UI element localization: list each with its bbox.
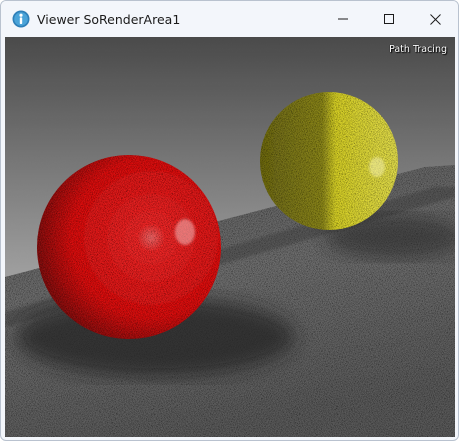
title-bar[interactable]: Viewer SoRenderArea1 bbox=[1, 1, 458, 37]
window-controls bbox=[320, 1, 458, 37]
film-grain-overlay bbox=[5, 37, 455, 437]
maximize-button[interactable] bbox=[366, 1, 412, 37]
close-icon bbox=[429, 13, 441, 25]
close-button[interactable] bbox=[412, 1, 458, 37]
viewer-window: Viewer SoRenderArea1 Path Tracing bbox=[0, 0, 459, 441]
minimize-button[interactable] bbox=[320, 1, 366, 37]
rendered-scene bbox=[5, 37, 455, 437]
minimize-icon bbox=[338, 18, 348, 20]
render-viewport[interactable]: Path Tracing bbox=[5, 37, 455, 437]
window-title: Viewer SoRenderArea1 bbox=[37, 11, 181, 27]
info-globe-icon[interactable] bbox=[12, 10, 30, 28]
maximize-icon bbox=[384, 14, 394, 24]
render-mode-label: Path Tracing bbox=[389, 44, 447, 55]
